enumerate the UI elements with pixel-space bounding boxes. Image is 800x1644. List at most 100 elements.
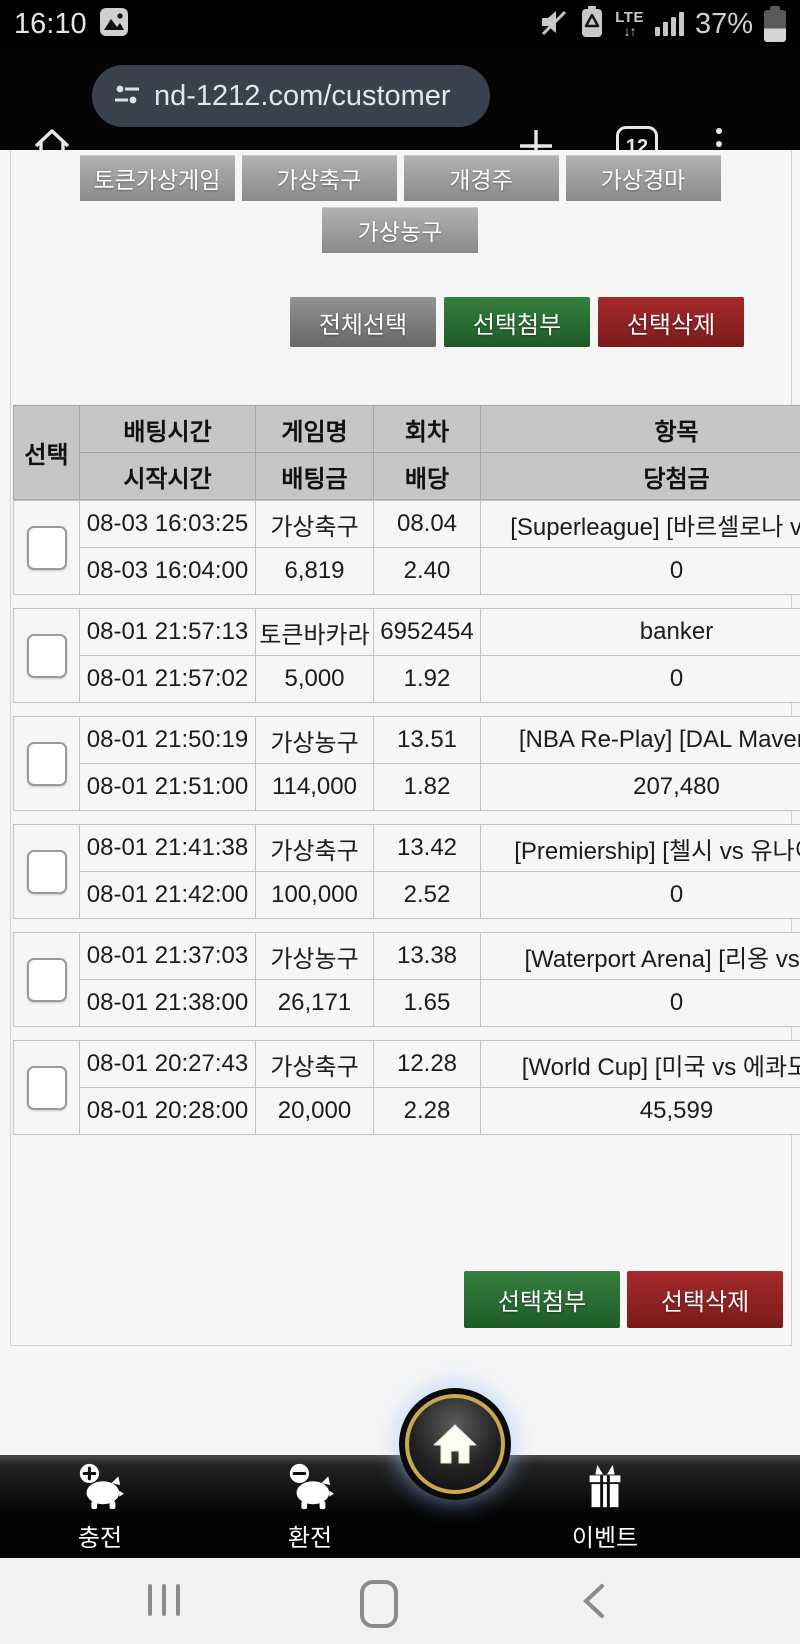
tab-dog-racing[interactable]: 개경주 xyxy=(404,155,559,201)
attach-selected-button[interactable]: 선택첨부 xyxy=(444,297,590,347)
bottom-action-buttons: 선택첨부 선택삭제 xyxy=(464,1271,783,1328)
nav-withdraw[interactable]: 환전 xyxy=(240,1461,380,1553)
bet-time-cell: 08-01 20:27:43 xyxy=(80,1041,256,1088)
win-amount-cell: 0 xyxy=(481,548,800,595)
attach-selected-button-bottom[interactable]: 선택첨부 xyxy=(464,1271,620,1328)
bet-amount-cell: 114,000 xyxy=(256,764,374,811)
page-content: 토큰가상게임 가상축구 개경주 가상경마 가상농구 전체선택 선택첨부 선택삭제… xyxy=(0,150,800,1455)
action-buttons: 전체선택 선택첨부 선택삭제 xyxy=(290,297,744,347)
site-settings-icon[interactable] xyxy=(112,79,142,114)
header-bet-time: 배팅시간 xyxy=(80,406,256,453)
round-cell: 13.38 xyxy=(374,933,481,980)
android-navigation-bar xyxy=(0,1558,800,1644)
round-cell: 12.28 xyxy=(374,1041,481,1088)
category-tabs-row2: 가상농구 xyxy=(0,207,800,253)
status-bar: 16:10 LTE ↓↑ 37% xyxy=(0,0,800,48)
win-amount-cell: 207,480 xyxy=(481,764,800,811)
round-cell: 6952454 xyxy=(374,609,481,656)
battery-percent: 37% xyxy=(695,8,753,41)
bet-row-group: 08-03 16:03:25 가상축구 08.04 [Superleague] … xyxy=(13,500,800,595)
select-cell xyxy=(14,501,80,595)
tab-virtual-horse-racing[interactable]: 가상경마 xyxy=(566,155,721,201)
game-cell: 가상농구 xyxy=(256,933,374,980)
bet-row-group: 08-01 21:41:38 가상축구 13.42 [Premiership] … xyxy=(13,824,800,919)
tab-virtual-basketball[interactable]: 가상농구 xyxy=(322,207,478,253)
start-time-cell: 08-01 21:57:02 xyxy=(80,656,256,703)
tab-token-virtual-game[interactable]: 토큰가상게임 xyxy=(80,155,235,201)
header-odds: 배당 xyxy=(374,453,481,500)
delete-selected-button-bottom[interactable]: 선택삭제 xyxy=(627,1271,783,1328)
home-icon xyxy=(405,1394,505,1494)
category-tabs-row1: 토큰가상게임 가상축구 개경주 가상경마 xyxy=(0,155,800,201)
signal-strength-icon xyxy=(655,12,684,36)
select-cell xyxy=(14,717,80,811)
select-cell xyxy=(14,933,80,1027)
bottom-navigation: 충전 환전 이벤트 xyxy=(0,1455,800,1558)
nav-event[interactable]: 이벤트 xyxy=(535,1461,675,1553)
win-amount-cell: 0 xyxy=(481,872,800,919)
game-cell: 가상축구 xyxy=(256,825,374,872)
row-checkbox[interactable] xyxy=(27,1066,67,1110)
bet-time-cell: 08-01 21:37:03 xyxy=(80,933,256,980)
start-time-cell: 08-01 21:51:00 xyxy=(80,764,256,811)
odds-cell: 1.65 xyxy=(374,980,481,1027)
odds-cell: 1.82 xyxy=(374,764,481,811)
nav-home-button[interactable] xyxy=(399,1388,511,1500)
bet-amount-cell: 6,819 xyxy=(256,548,374,595)
game-cell: 토큰바카라 xyxy=(256,609,374,656)
item-cell: [Waterport Arena] [리옹 vs 상 xyxy=(481,933,800,980)
round-cell: 13.42 xyxy=(374,825,481,872)
bet-row-group: 08-01 20:27:43 가상축구 12.28 [World Cup] [미… xyxy=(13,1040,800,1135)
round-cell: 13.51 xyxy=(374,717,481,764)
nav-deposit-label: 충전 xyxy=(78,1518,122,1553)
bet-amount-cell: 5,000 xyxy=(256,656,374,703)
start-time-cell: 08-03 16:04:00 xyxy=(80,548,256,595)
battery-saver-icon xyxy=(580,6,604,43)
select-all-button[interactable]: 전체선택 xyxy=(290,297,436,347)
start-time-cell: 08-01 20:28:00 xyxy=(80,1088,256,1135)
item-cell: [Superleague] [바르셀로나 vs 레 xyxy=(481,501,800,548)
row-checkbox[interactable] xyxy=(27,958,67,1002)
odds-cell: 1.92 xyxy=(374,656,481,703)
bet-time-cell: 08-01 21:57:13 xyxy=(80,609,256,656)
recents-icon[interactable] xyxy=(148,1584,180,1616)
start-time-cell: 08-01 21:42:00 xyxy=(80,872,256,919)
clock: 16:10 xyxy=(14,8,87,41)
url-text: nd-1212.com/customer xyxy=(154,80,451,113)
bet-amount-cell: 20,000 xyxy=(256,1088,374,1135)
round-cell: 08.04 xyxy=(374,501,481,548)
android-home-icon[interactable] xyxy=(360,1580,398,1628)
nav-event-label: 이벤트 xyxy=(572,1518,638,1553)
item-cell: [NBA Re-Play] [DAL Maverick xyxy=(481,717,800,764)
bet-amount-cell: 100,000 xyxy=(256,872,374,919)
row-checkbox[interactable] xyxy=(27,634,67,678)
header-item: 항목 xyxy=(481,406,800,453)
header-select: 선택 xyxy=(14,406,80,500)
header-win-amount: 당첨금 xyxy=(481,453,800,500)
back-icon[interactable] xyxy=(580,1582,606,1625)
bet-amount-cell: 26,171 xyxy=(256,980,374,1027)
gift-icon xyxy=(580,1461,630,1516)
bet-history-table: 선택 배팅시간 게임명 회차 항목 시작시간 배팅금 배당 당첨금 08-03 … xyxy=(13,405,800,1135)
select-cell xyxy=(14,825,80,919)
item-cell: banker xyxy=(481,609,800,656)
item-cell: [Premiership] [첼시 vs 유나이트 xyxy=(481,825,800,872)
row-checkbox[interactable] xyxy=(27,526,67,570)
header-bet-amount: 배팅금 xyxy=(256,453,374,500)
select-cell xyxy=(14,1041,80,1135)
bet-time-cell: 08-03 16:03:25 xyxy=(80,501,256,548)
mute-icon xyxy=(539,7,569,42)
bet-time-cell: 08-01 21:50:19 xyxy=(80,717,256,764)
odds-cell: 2.40 xyxy=(374,548,481,595)
tab-virtual-soccer[interactable]: 가상축구 xyxy=(242,155,397,201)
table-header: 선택 배팅시간 게임명 회차 항목 시작시간 배팅금 배당 당첨금 xyxy=(13,405,800,500)
delete-selected-button[interactable]: 선택삭제 xyxy=(598,297,744,347)
row-checkbox[interactable] xyxy=(27,742,67,786)
address-bar[interactable]: nd-1212.com/customer xyxy=(92,65,490,127)
bet-row-group: 08-01 21:37:03 가상농구 13.38 [Waterport Are… xyxy=(13,932,800,1027)
nav-deposit[interactable]: 충전 xyxy=(30,1461,170,1553)
header-start-time: 시작시간 xyxy=(80,453,256,500)
row-checkbox[interactable] xyxy=(27,850,67,894)
game-cell: 가상농구 xyxy=(256,717,374,764)
header-game: 게임명 xyxy=(256,406,374,453)
